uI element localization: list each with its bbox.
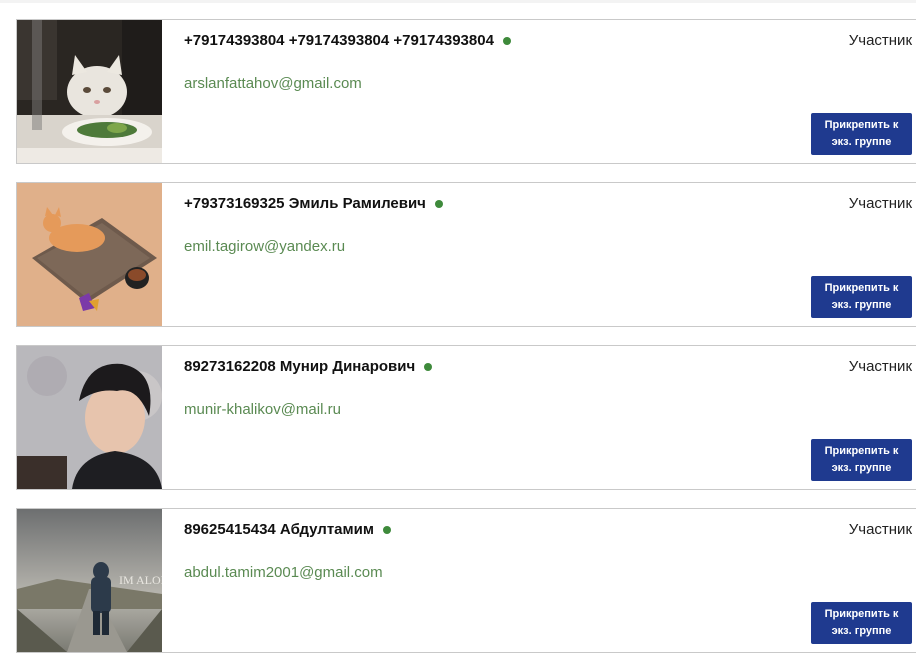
- cat-at-table-photo: [17, 20, 162, 163]
- avatar[interactable]: IM ALONE: [17, 509, 162, 652]
- member-email-link[interactable]: abdul.tamim2001@gmail.com: [184, 564, 383, 581]
- top-divider: [0, 0, 916, 3]
- member-role: Участник: [848, 32, 912, 49]
- member-name-row: 89273162208 Мунир Динарович: [184, 358, 433, 375]
- avatar-overlay-text: IM ALONE: [119, 573, 162, 587]
- member-role: Участник: [848, 521, 912, 538]
- attach-to-exam-group-button[interactable]: Прикрепить к экз. группе: [811, 439, 912, 481]
- cat-on-mat-photo: [17, 183, 162, 326]
- avatar[interactable]: [17, 183, 162, 326]
- member-name-row: 89625415434 Абдултамим: [184, 521, 391, 538]
- member-email-link[interactable]: arslanfattahov@gmail.com: [184, 75, 362, 92]
- online-status-icon: [424, 362, 433, 371]
- avatar[interactable]: [17, 20, 162, 163]
- member-role: Участник: [848, 358, 912, 375]
- member-name: +79174393804 +79174393804 +79174393804: [184, 32, 494, 49]
- member-name: 89273162208 Мунир Динарович: [184, 358, 416, 375]
- member-list: +79174393804 +79174393804 +79174393804 У…: [16, 19, 916, 671]
- member-email-link[interactable]: emil.tagirow@yandex.ru: [184, 238, 345, 255]
- member-card: +79174393804 +79174393804 +79174393804 У…: [16, 19, 916, 164]
- member-name-row: +79174393804 +79174393804 +79174393804: [184, 32, 511, 49]
- member-card: +79373169325 Эмиль Рамилевич Участник em…: [16, 182, 916, 327]
- member-email-link[interactable]: munir-khalikov@mail.ru: [184, 401, 341, 418]
- member-name: 89625415434 Абдултамим: [184, 521, 374, 538]
- member-card: 89273162208 Мунир Динарович Участник mun…: [16, 345, 916, 490]
- member-role: Участник: [848, 195, 912, 212]
- attach-to-exam-group-button[interactable]: Прикрепить к экз. группе: [811, 113, 912, 155]
- attach-to-exam-group-button[interactable]: Прикрепить к экз. группе: [811, 276, 912, 318]
- member-card: IM ALONE 89625415434 Абдултамим Участник…: [16, 508, 916, 653]
- online-status-icon: [502, 36, 511, 45]
- im-alone-road-photo: IM ALONE: [17, 509, 162, 652]
- member-name: +79373169325 Эмиль Рамилевич: [184, 195, 426, 212]
- member-name-row: +79373169325 Эмиль Рамилевич: [184, 195, 443, 212]
- avatar[interactable]: [17, 346, 162, 489]
- online-status-icon: [434, 199, 443, 208]
- young-man-portrait-photo: [17, 346, 162, 489]
- online-status-icon: [382, 525, 391, 534]
- attach-to-exam-group-button[interactable]: Прикрепить к экз. группе: [811, 602, 912, 644]
